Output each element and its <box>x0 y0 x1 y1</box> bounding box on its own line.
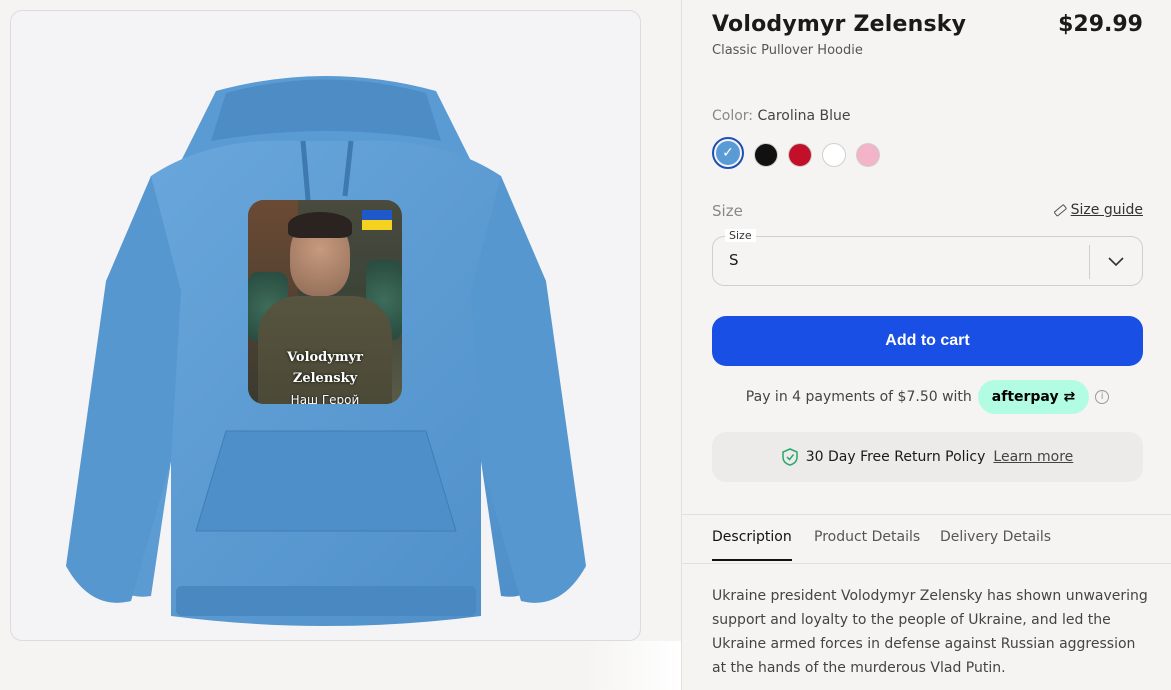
color-label-prefix: Color: <box>712 108 754 124</box>
print-graphic: Volodymyr Zelensky Наш Герой <box>248 200 402 404</box>
size-select-floating-label: Size <box>725 229 756 242</box>
size-select-value: S <box>729 251 739 269</box>
size-label: Size <box>712 202 743 220</box>
afterpay-row: Pay in 4 payments of $7.50 with afterpay… <box>712 380 1143 414</box>
swatch-black[interactable] <box>754 143 778 167</box>
product-page: Volodymyr Zelensky Наш Герой Volodymyr Z… <box>0 0 1171 690</box>
learn-more-link[interactable]: Learn more <box>993 449 1073 465</box>
size-guide-link[interactable]: Size guide <box>1053 202 1143 218</box>
swatch-white[interactable] <box>822 143 846 167</box>
ruler-icon <box>1053 204 1067 217</box>
description-text: Ukraine president Volodymyr Zelensky has… <box>712 588 1148 676</box>
afterpay-text: Pay in 4 payments of $7.50 with <box>745 389 972 405</box>
size-guide-label: Size guide <box>1070 202 1143 218</box>
color-selected-value: Carolina Blue <box>757 108 851 124</box>
tab-description[interactable]: Description <box>712 529 792 561</box>
return-policy-banner: 30 Day Free Return Policy Learn more <box>712 432 1143 482</box>
product-subtitle: Classic Pullover Hoodie <box>712 43 863 58</box>
swatch-red[interactable] <box>788 143 812 167</box>
add-to-cart-button[interactable]: Add to cart <box>712 316 1143 366</box>
afterpay-logo: afterpay <box>991 389 1059 405</box>
tab-delivery-details[interactable]: Delivery Details <box>940 529 1051 559</box>
print-name-line1: Volodymyr <box>287 350 363 365</box>
return-policy-text: 30 Day Free Return Policy <box>805 449 986 465</box>
afterpay-badge[interactable]: afterpay ⇄ <box>977 380 1090 414</box>
tab-product-details[interactable]: Product Details <box>814 529 920 559</box>
select-divider <box>1089 245 1090 279</box>
product-title: Volodymyr Zelensky <box>712 12 967 37</box>
swatch-pink[interactable] <box>856 143 880 167</box>
product-image[interactable]: Volodymyr Zelensky Наш Герой <box>10 10 641 641</box>
product-details-panel: Volodymyr Zelensky $29.99 Classic Pullov… <box>681 0 1171 690</box>
size-select[interactable]: Size S <box>712 229 1143 286</box>
product-price: $29.99 <box>1058 12 1143 37</box>
info-icon[interactable]: i <box>1095 390 1110 404</box>
color-swatches: ✓ <box>712 137 880 169</box>
print-name-line2: Zelensky <box>292 371 358 386</box>
tabs-bar: Description Product Details Delivery Det… <box>682 514 1171 564</box>
check-icon: ✓ <box>716 141 740 165</box>
ukraine-flag-icon <box>362 210 392 230</box>
color-label: Color: Carolina Blue <box>712 108 851 124</box>
bottom-fade <box>585 641 681 690</box>
swatch-carolina-blue[interactable]: ✓ <box>712 137 744 169</box>
shield-check-icon <box>781 448 798 466</box>
chevron-down-icon[interactable] <box>1106 251 1126 271</box>
print-caption: Наш Герой <box>290 393 360 404</box>
